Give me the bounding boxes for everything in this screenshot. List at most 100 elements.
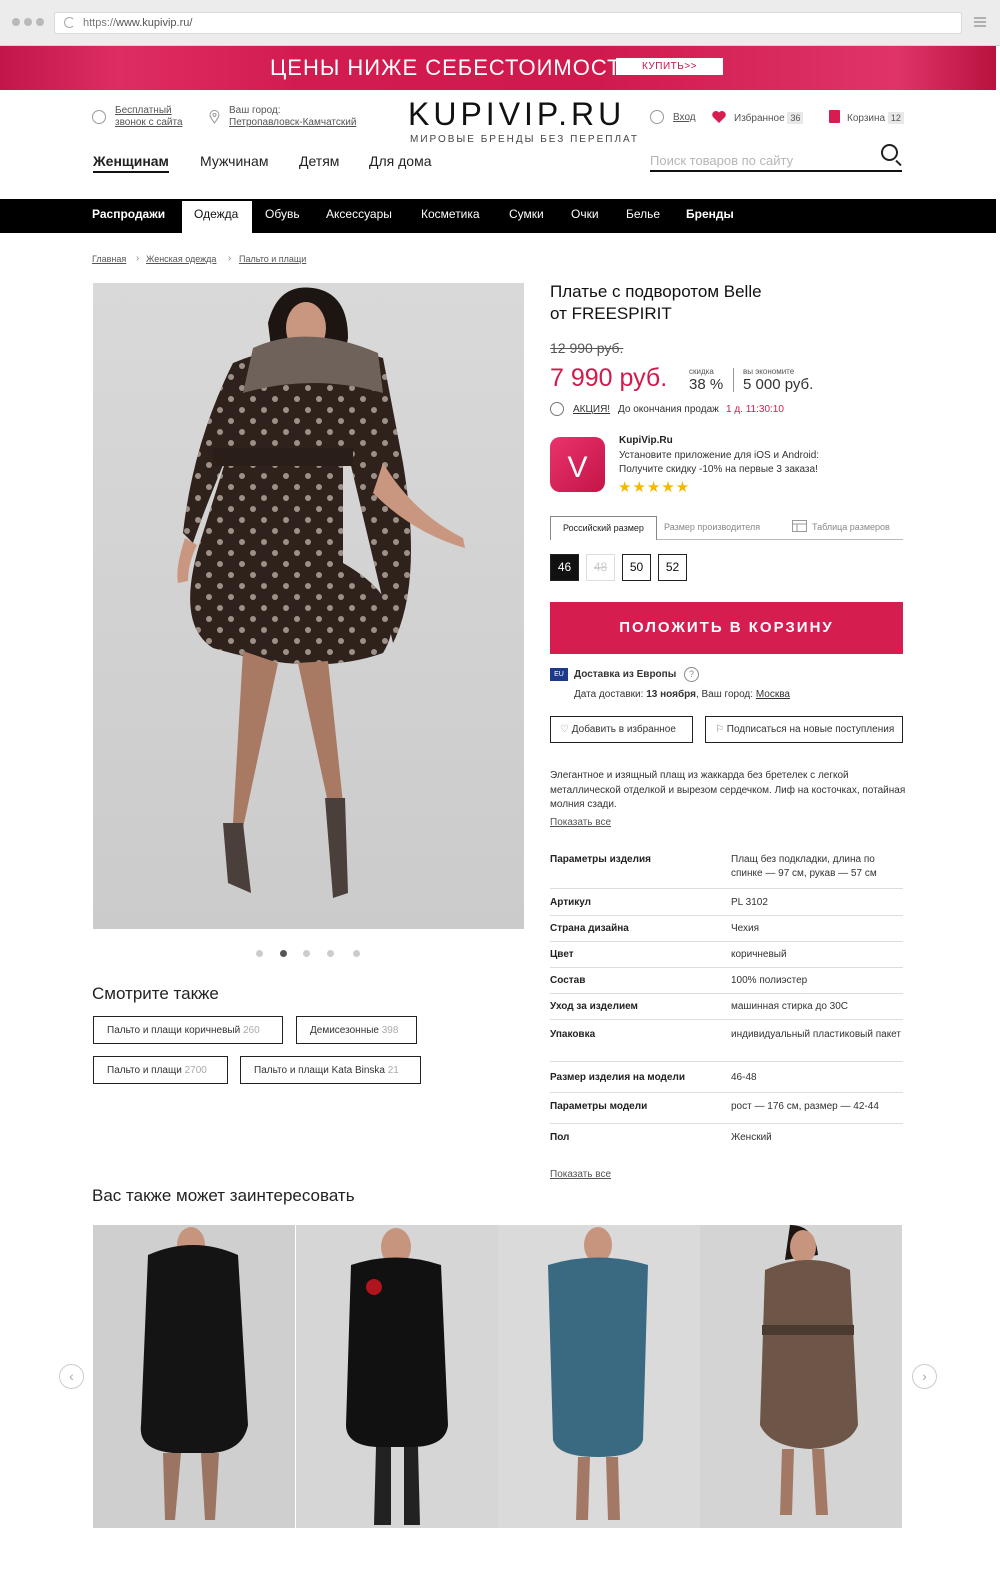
window-close-dot[interactable] (12, 18, 20, 26)
see-also-tag[interactable]: Пальто и плащи 2700 (93, 1056, 228, 1084)
phone-icon (92, 110, 106, 124)
see-also-tag[interactable]: Демисезонные 398 (296, 1016, 417, 1044)
gallery-dot-2[interactable] (280, 950, 287, 957)
see-also-tag[interactable]: Пальто и плащи Kata Binska 21 (240, 1056, 421, 1084)
app-logo-icon[interactable]: V (550, 437, 605, 492)
app-name: KupiVip.Ru (619, 435, 673, 446)
param-row: Параметры модели рост — 176 см, размер — … (550, 1100, 903, 1124)
savings-label: вы экономите (743, 367, 795, 376)
banner-title: ЦЕНЫ НИЖЕ СЕБЕСТОИМОСТИ (270, 55, 639, 80)
cat-brands[interactable]: Бренды (686, 207, 734, 221)
cat-clothing[interactable]: Одежда (194, 207, 238, 221)
favorites-count: 36 (787, 112, 804, 124)
param-row: Пол Женский (550, 1132, 772, 1143)
size-option-50[interactable]: 50 (622, 554, 651, 581)
add-to-cart-button[interactable]: ПОЛОЖИТЬ В КОРЗИНУ (550, 602, 903, 654)
help-icon[interactable]: ? (684, 667, 699, 682)
add-to-favorites-button[interactable]: ♡ Добавить в избранное (550, 716, 693, 743)
subscribe-button[interactable]: ⚐ Подписаться на новые поступления (705, 716, 903, 743)
size-table-link[interactable]: Таблица размеров (800, 516, 902, 540)
location-pin-icon (209, 110, 220, 124)
nav-kids[interactable]: Детям (299, 153, 339, 169)
banner-buy-button[interactable]: КУПИТЬ>> (616, 58, 723, 75)
param-row: Артикул PL 3102 (550, 896, 903, 916)
eu-badge: EU (550, 668, 568, 681)
window-max-dot[interactable] (36, 18, 44, 26)
param-row: Упаковка индивидуальный пластиковый пакет (550, 1028, 903, 1062)
cat-accessories[interactable]: Аксессуары (326, 207, 392, 221)
product-title: Платье с подворотом Belle от FREESPIRIT (550, 282, 762, 323)
cat-shoes[interactable]: Обувь (265, 207, 300, 221)
nav-home[interactable]: Для дома (369, 153, 432, 169)
chevron-right-icon: › (136, 253, 140, 264)
browser-menu-icon[interactable] (974, 17, 986, 27)
discount-label: скидка (689, 367, 714, 376)
address-bar[interactable]: https://www.kupivip.ru/ (54, 12, 962, 34)
product-photo[interactable] (93, 283, 524, 929)
size-option-48: 48 (586, 554, 615, 581)
recommended-product-card[interactable] (700, 1225, 902, 1528)
size-option-52[interactable]: 52 (658, 554, 687, 581)
show-all-params[interactable]: Показать все (550, 1169, 611, 1180)
size-option-46[interactable]: 46 (550, 554, 579, 581)
url-host: www.kupivip.ru/ (116, 17, 193, 29)
recommended-product-card[interactable] (296, 1225, 498, 1528)
cat-lingerie[interactable]: Белье (626, 207, 660, 221)
show-all-description[interactable]: Показать все (550, 817, 611, 828)
discount-value: 38 % (689, 376, 724, 393)
delivery-city-link[interactable]: Москва (756, 689, 790, 700)
window-min-dot[interactable] (24, 18, 32, 26)
current-price: 7 990 руб. (550, 364, 668, 392)
cat-cosmetics[interactable]: Косметика (421, 207, 480, 221)
carousel-next-icon[interactable]: › (912, 1364, 937, 1389)
tab-maker-size[interactable]: Размер производителя (652, 516, 772, 540)
delivery-title: Доставка из Европы (574, 669, 677, 680)
breadcrumb-home[interactable]: Главная (92, 254, 126, 264)
param-row: Уход за изделием машинная стирка до 30С (550, 1000, 903, 1020)
promo-link[interactable]: АКЦИЯ! (573, 404, 610, 415)
cat-bags[interactable]: Сумки (509, 207, 544, 221)
savings-value: 5 000 руб. (743, 376, 814, 393)
gallery-dot-4[interactable] (327, 950, 334, 957)
heart-icon (712, 111, 726, 123)
recommended-product-card[interactable] (93, 1225, 295, 1528)
heart-outline-icon: ♡ (560, 724, 569, 735)
app-rating-stars: ★★★★★ (618, 479, 691, 496)
param-row: Параметры изделия Плащ без подкладки, дли… (550, 853, 903, 889)
site-logo[interactable]: KUPIVIP.RU (408, 96, 625, 133)
app-promo-text: Установите приложение для iOS и Android:… (619, 450, 820, 475)
breadcrumb-women-clothing[interactable]: Женская одежда (146, 254, 216, 264)
recommended-product-card[interactable] (498, 1225, 700, 1528)
flag-icon: ⚐ (715, 724, 724, 735)
see-also-tag[interactable]: Пальто и плащи коричневый 260 (93, 1016, 283, 1044)
product-description: Элегантное и изящный плащ из жаккарда бе… (550, 770, 906, 810)
see-also-title: Смотрите также (92, 984, 219, 1003)
search-icon[interactable] (881, 144, 898, 161)
reload-icon[interactable] (64, 17, 75, 28)
search-input[interactable] (650, 150, 902, 172)
carousel-prev-icon[interactable]: ‹ (59, 1364, 84, 1389)
callback-link[interactable]: Бесплатный звонок с сайта (115, 105, 183, 129)
param-row: Цвет коричневый (550, 948, 903, 968)
old-price: 12 990 руб. (550, 340, 624, 356)
city-selector[interactable]: Ваш город: Петропавловск-Камчатский (229, 105, 356, 129)
user-icon (650, 110, 664, 124)
url-scheme: https:// (83, 17, 117, 29)
gallery-dot-1[interactable] (256, 950, 263, 957)
cart-count: 12 (887, 112, 904, 124)
cat-glasses[interactable]: Очки (571, 207, 599, 221)
promo-text: До окончания продаж (618, 404, 719, 415)
promo-timer: 1 д. 11:30:10 (726, 404, 784, 415)
chevron-right-icon: › (228, 253, 232, 264)
login-link[interactable]: Вход (673, 112, 696, 124)
gallery-dot-3[interactable] (303, 950, 310, 957)
nav-men[interactable]: Мужчинам (200, 153, 268, 169)
favorites-link[interactable]: Избранное 36 (734, 112, 804, 125)
nav-women[interactable]: Женщинам (93, 153, 169, 173)
gallery-dot-5[interactable] (353, 950, 360, 957)
clock-icon (550, 402, 564, 416)
cat-sales[interactable]: Распродажи (92, 207, 165, 221)
cart-link[interactable]: Корзина 12 (847, 112, 904, 125)
tab-russian-size[interactable]: Российский размер (550, 516, 657, 540)
breadcrumb-coats[interactable]: Пальто и плащи (239, 254, 306, 264)
